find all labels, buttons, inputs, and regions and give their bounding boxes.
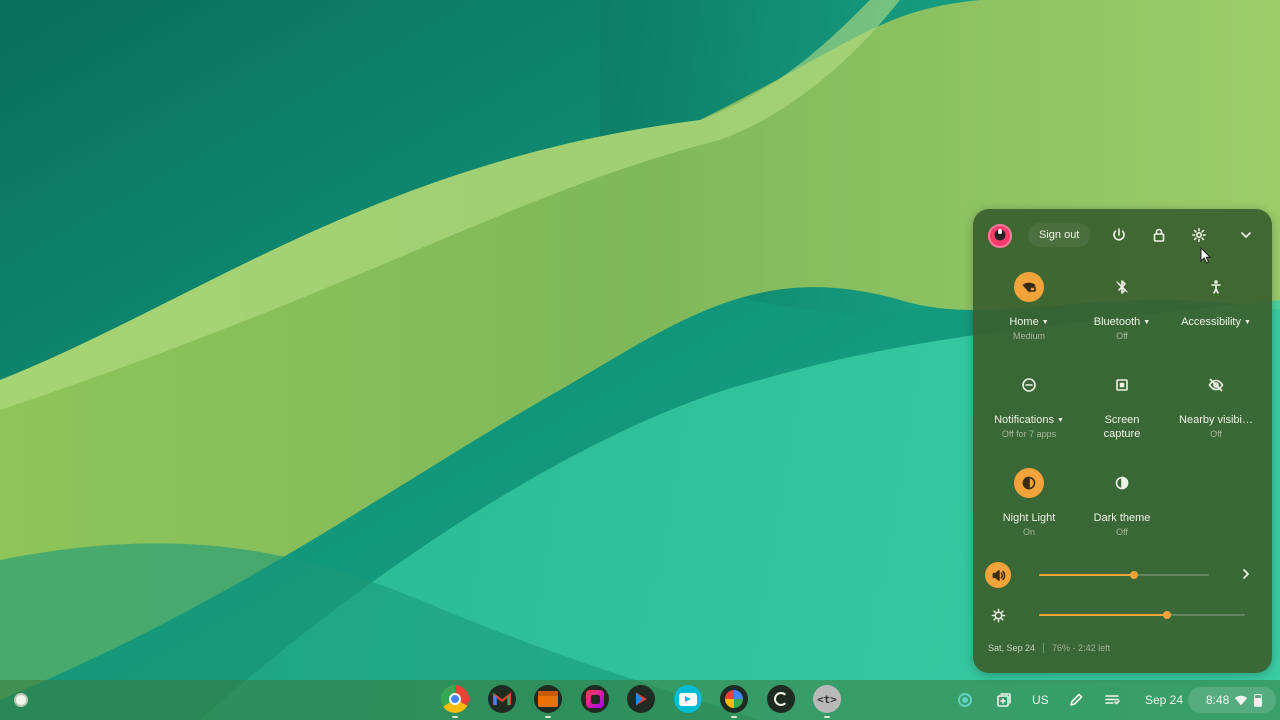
brightness-slider-fill: [1039, 614, 1167, 616]
status-area-button[interactable]: [1188, 687, 1276, 713]
tile-label: Bluetooth: [1093, 316, 1141, 328]
brightness-icon[interactable]: [985, 602, 1011, 628]
power-icon[interactable]: [1109, 225, 1129, 245]
do-not-disturb-icon[interactable]: [1014, 370, 1044, 400]
running-indicator: [452, 716, 458, 718]
tile-nearby-visibility[interactable]: Nearby visibi… Off: [1169, 370, 1263, 441]
wifi-status-icon: [1234, 680, 1248, 720]
tile-night-light[interactable]: Night Light On: [982, 468, 1076, 539]
tile-dark-theme[interactable]: Dark theme Off: [1075, 468, 1169, 539]
tile-notifications[interactable]: Notifications ▼ Off for 7 apps: [982, 370, 1076, 441]
dropdown-arrow-icon: ▼: [1243, 319, 1251, 326]
brightness-slider-thumb[interactable]: [1162, 611, 1171, 619]
tile-label: Accessibility: [1181, 316, 1241, 328]
screencast-icon[interactable]: [581, 685, 609, 713]
tile-sublabel: Medium: [1012, 331, 1045, 341]
clock[interactable]: 8:48: [1206, 680, 1229, 720]
files-icon[interactable]: [534, 685, 562, 718]
volume-slider[interactable]: [1039, 571, 1209, 579]
dropdown-arrow-icon: ▼: [1143, 319, 1151, 326]
footer-date: Sat, Sep 24: [988, 643, 1036, 653]
play-store-icon[interactable]: [627, 685, 655, 713]
tile-network[interactable]: Home ▼ Medium: [982, 272, 1076, 343]
terminal-icon[interactable]: <t>: [813, 685, 841, 718]
shelf-date[interactable]: Sep 24: [1145, 680, 1183, 720]
dark-theme-icon[interactable]: [1107, 468, 1137, 498]
wifi-icon[interactable]: [1014, 272, 1044, 302]
tile-sublabel: On: [1022, 527, 1035, 537]
battery-icon: [1254, 680, 1262, 720]
battery-status: 76% - 2:42 left: [1052, 643, 1111, 653]
screen-record-status-icon[interactable]: [958, 680, 972, 720]
gmail-icon[interactable]: [488, 685, 516, 713]
tile-sublabel: Off: [1210, 429, 1222, 439]
quick-settings-panel: Sign out Home ▼ Medium Bluetooth ▼ Off Ac: [973, 209, 1272, 673]
tile-sublabel: Off for 7 apps: [1001, 429, 1057, 439]
clipboard-icon[interactable]: [996, 680, 1012, 720]
tile-label-line2: capture: [1103, 428, 1141, 440]
volume-icon[interactable]: [985, 562, 1011, 588]
tile-label: Night Light: [1002, 512, 1056, 524]
tile-sublabel: Off: [1116, 331, 1128, 341]
youtube-icon[interactable]: [674, 685, 702, 713]
notification-center-icon[interactable]: [1104, 680, 1120, 720]
running-indicator: [545, 716, 551, 718]
tile-label: Nearby visibi…: [1179, 414, 1253, 426]
screen-capture-icon[interactable]: [1107, 370, 1137, 400]
sign-out-button[interactable]: Sign out: [1028, 223, 1091, 247]
tile-screen-capture[interactable]: Screen capture: [1075, 370, 1169, 441]
visibility-off-icon[interactable]: [1201, 370, 1231, 400]
dropdown-arrow-icon: ▼: [1056, 417, 1064, 424]
tile-label: Screen: [1104, 414, 1140, 426]
tile-label: Dark theme: [1093, 512, 1151, 524]
accessibility-icon[interactable]: [1201, 272, 1231, 302]
bluetooth-icon[interactable]: [1107, 272, 1137, 302]
mouse-cursor-icon: [1200, 247, 1212, 264]
gear-icon[interactable]: [1189, 225, 1209, 245]
chevron-right-icon[interactable]: [1239, 567, 1255, 583]
keyboard-layout-indicator[interactable]: US: [1032, 680, 1049, 720]
tile-sublabel: Off: [1116, 527, 1128, 537]
chrome-icon[interactable]: [441, 685, 469, 718]
footer-divider: [1043, 643, 1045, 653]
night-light-icon[interactable]: [1014, 468, 1044, 498]
launcher-button[interactable]: [14, 693, 28, 707]
quick-settings-header: Sign out: [973, 209, 1272, 261]
volume-slider-row: [973, 560, 1272, 590]
volume-slider-fill: [1039, 574, 1135, 576]
app-icon[interactable]: [767, 685, 795, 713]
brightness-slider-row: [973, 600, 1272, 630]
dropdown-arrow-icon: ▼: [1041, 319, 1049, 326]
user-avatar[interactable]: [988, 224, 1012, 248]
volume-slider-thumb[interactable]: [1130, 571, 1139, 579]
quick-settings-footer: Sat, Sep 24 76% - 2:42 left: [988, 643, 1110, 653]
running-indicator: [824, 716, 830, 718]
photos-icon[interactable]: [720, 685, 748, 718]
tile-bluetooth[interactable]: Bluetooth ▼ Off: [1075, 272, 1169, 343]
brightness-slider[interactable]: [1039, 611, 1245, 619]
lock-icon[interactable]: [1149, 225, 1169, 245]
tile-label: Home: [1009, 316, 1039, 328]
stylus-icon[interactable]: [1068, 680, 1084, 720]
shelf: <t> US Sep 24 8:48: [0, 680, 1280, 720]
tile-accessibility[interactable]: Accessibility ▼: [1169, 272, 1263, 330]
chevron-down-icon[interactable]: [1236, 225, 1256, 245]
tile-label: Notifications: [994, 414, 1054, 426]
running-indicator: [731, 716, 737, 718]
